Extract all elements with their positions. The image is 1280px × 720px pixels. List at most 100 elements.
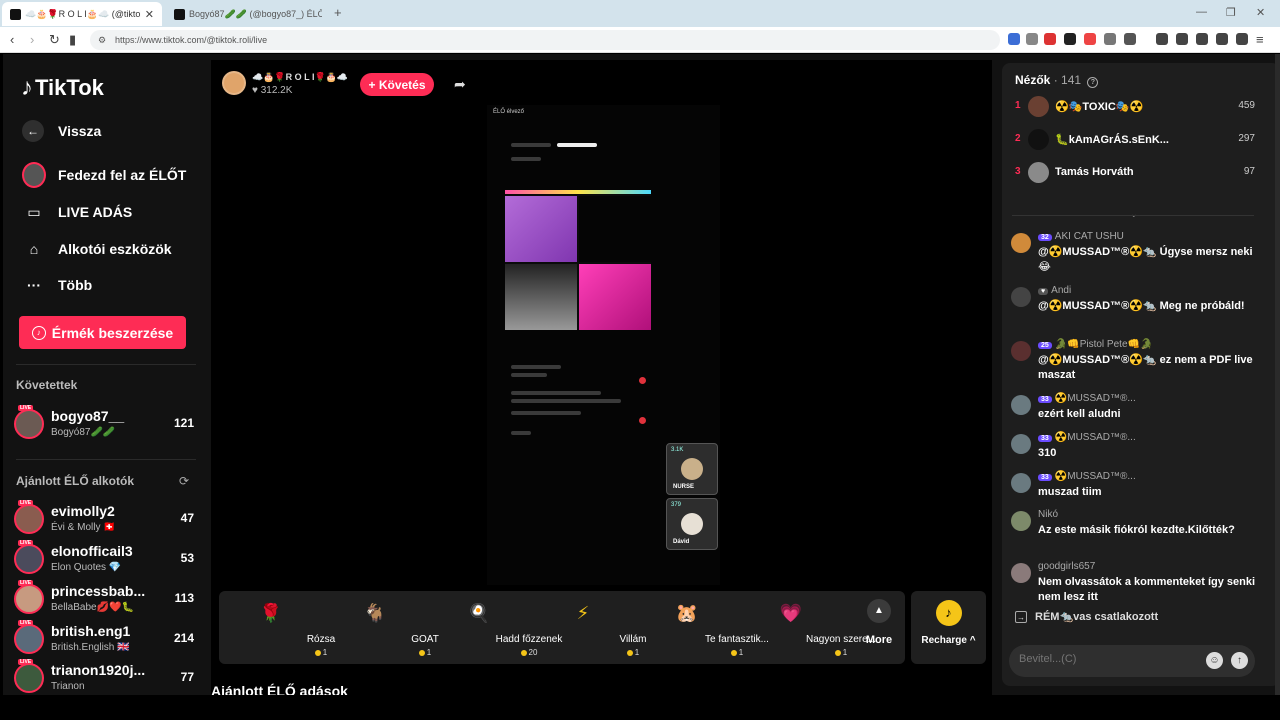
extension-icon[interactable] [1026,33,1038,45]
minimize-icon[interactable]: — [1196,6,1207,18]
divider [1012,215,1254,216]
message-user[interactable]: Nikó [1038,509,1058,520]
gift-love-you[interactable]: 💗 Nagyon szere... 1 [741,591,876,664]
viewer-name: 🐛kAmAGrÁS.sEnK... [1055,134,1169,146]
sidebar-item-creator-tools[interactable]: ⌂ Alkotói eszközök [22,237,172,261]
avatar[interactable] [1011,434,1031,454]
avatar[interactable] [1011,233,1031,253]
rank-number: 1 [1015,100,1021,111]
recommended-account[interactable]: LIVE elonofficail3 Elon Quotes 💎 53 [14,540,194,578]
top-viewer-row[interactable]: 3 Tamás Horváth 97 [1015,160,1255,186]
send-icon[interactable]: ↑ [1231,652,1248,669]
translate-extension-icon[interactable] [1008,33,1020,45]
extension-icon[interactable] [1064,33,1076,45]
sidebar-item-explore-live[interactable]: Fedezd fel az ÉLŐT [22,162,186,188]
extension-icon[interactable] [1084,33,1096,45]
get-coins-button[interactable]: ♪ Érmék beszerzése [19,316,186,349]
avatar[interactable] [1011,395,1031,415]
avatar[interactable] [1011,563,1031,583]
account-name: evimolly2 [51,503,115,519]
viewer-name: Tamás Horváth [1055,166,1134,178]
message-user[interactable]: ☢️MUSSAD™®... [1055,432,1136,443]
back-button[interactable]: ← Vissza [22,120,101,142]
rank-number: 2 [1015,133,1021,144]
gift-lightning[interactable]: ⚡ Villám 1 [533,591,647,664]
recommended-account[interactable]: LIVE evimolly2 Évi & Molly 🇨🇭 47 [14,500,194,538]
page-scrollbar[interactable] [1275,54,1280,695]
message-user[interactable]: goodgirls657 [1038,561,1095,572]
sidebar-item-live-studio[interactable]: ▭ LIVE ADÁS [22,200,132,224]
top-viewer-row[interactable]: 1 ☢️🎭TOXIC🎭☢️ 459 [1015,94,1255,120]
message-user[interactable]: 🐊👊Pistol Pete👊🐊 [1055,339,1153,350]
join-icon: → [1015,611,1027,623]
browser-tab-bar: ☁️🎂🌹R O L I🎂☁️ (@tiktok.roli) ✕ Bogyó87🥒… [0,0,1280,27]
forward-icon[interactable]: › [30,32,34,47]
message-user[interactable]: AKI CAT USHU [1055,231,1124,242]
recommended-account[interactable]: LIVE princessbab... BellaBabe💋❤️🐛 113 [14,580,194,618]
followed-account[interactable]: LIVE bogyo87__ Bogyó87🥒🥒 121 [14,405,194,443]
url-field[interactable]: ⚙ https://www.tiktok.com/@tiktok.roli/li… [90,30,1000,50]
arrow-left-icon: ← [22,120,44,142]
host-name[interactable]: ☁️🎂🌹R O L I🌹🎂☁️ [252,72,348,83]
video-content [511,411,581,415]
close-tab-icon[interactable]: ✕ [145,8,154,21]
recording-label: ÉLŐ élvező [493,109,525,115]
site-info-icon[interactable]: ⚙ [98,30,106,50]
extensions-puzzle-icon[interactable] [1196,33,1208,45]
media-icon[interactable] [1156,33,1168,45]
follow-button[interactable]: + Követés [360,73,434,96]
bookmark-icon[interactable]: ▮ [69,32,76,48]
back-icon[interactable]: ‹ [10,32,14,47]
message-user[interactable]: ☢️MUSSAD™®... [1055,471,1136,482]
avatar[interactable] [1011,511,1031,531]
viewer-name: ☢️🎭TOXIC🎭☢️ [1055,101,1144,113]
gift-rose[interactable]: 🌹 Rózsa 1 [221,591,335,664]
extension-icon[interactable] [1124,33,1136,45]
extension-icon[interactable] [1104,33,1116,45]
browser-tab-active[interactable]: ☁️🎂🌹R O L I🎂☁️ (@tiktok.roli) ✕ [2,2,162,26]
avatar[interactable] [1011,473,1031,493]
refresh-icon[interactable]: ⟳ [179,474,189,488]
wallet-icon[interactable] [1216,33,1228,45]
browser-tab-inactive[interactable]: Bogyó87🥒🥒 (@bogyo87_) ÉLŐ a [166,2,330,26]
shield-icon[interactable] [1236,33,1248,45]
tiktok-live-page: ♪ TikTok ← Vissza Fedezd fel az ÉLŐT ▭ L… [3,54,1280,699]
recharge-button[interactable]: ♪ Recharge ^ [911,591,986,664]
restore-icon[interactable]: ❐ [1226,6,1236,19]
recommended-account[interactable]: LIVE trianon1920j... Trianon 77 [14,659,194,697]
heart-icon [639,417,646,424]
gift-fantastic[interactable]: 🐹 Te fantasztik... 1 [637,591,769,664]
recommended-account[interactable]: LIVE british.eng1 British.English 🇬🇧 214 [14,620,194,658]
guest-tile[interactable]: 379 Dávid [666,498,718,550]
message-user[interactable]: Andi [1051,285,1071,296]
sidebar-item-more[interactable]: ··· Több [22,273,92,297]
tiktok-logo[interactable]: ♪ TikTok [21,74,104,102]
top-viewer-row[interactable]: 2 🐛kAmAGrÁS.sEnK... 297 [1015,127,1255,153]
more-gifts-button[interactable]: ▲ More [853,599,905,646]
avatar[interactable] [1011,287,1031,307]
gift-let-them-cook[interactable]: 🍳 Hadd főzzenek 20 [429,591,563,664]
guest-avatar [681,513,703,535]
menu-icon[interactable]: ≡ [1256,32,1264,47]
viewer-score: 97 [1243,166,1255,177]
gift-goat[interactable]: 🐐 GOAT 1 [325,591,439,664]
reload-icon[interactable]: ↻ [49,32,60,48]
host-likes: ♥ 312.2K [252,85,293,96]
close-window-icon[interactable]: ✕ [1256,6,1265,19]
back-label: Vissza [58,123,102,139]
new-tab-icon[interactable]: + [334,5,342,20]
guest-tile[interactable]: 3.1K NURSE [666,443,718,495]
avatar[interactable] [1011,341,1031,361]
message-user[interactable]: ☢️MUSSAD™®... [1055,393,1136,404]
video-content [511,373,547,377]
help-icon[interactable]: ? [1087,77,1099,88]
chat-input[interactable] [1019,653,1199,665]
sidebar-icon[interactable] [1176,33,1188,45]
sidebar-item-label: Alkotói eszközök [58,241,172,257]
host-avatar[interactable] [222,71,246,95]
emoji-icon[interactable]: ☺ [1206,652,1223,669]
divider [16,459,196,460]
share-icon[interactable]: ➦ [454,76,466,93]
guest-name: Dávid [673,539,690,545]
hls-extension-icon[interactable] [1044,33,1056,45]
